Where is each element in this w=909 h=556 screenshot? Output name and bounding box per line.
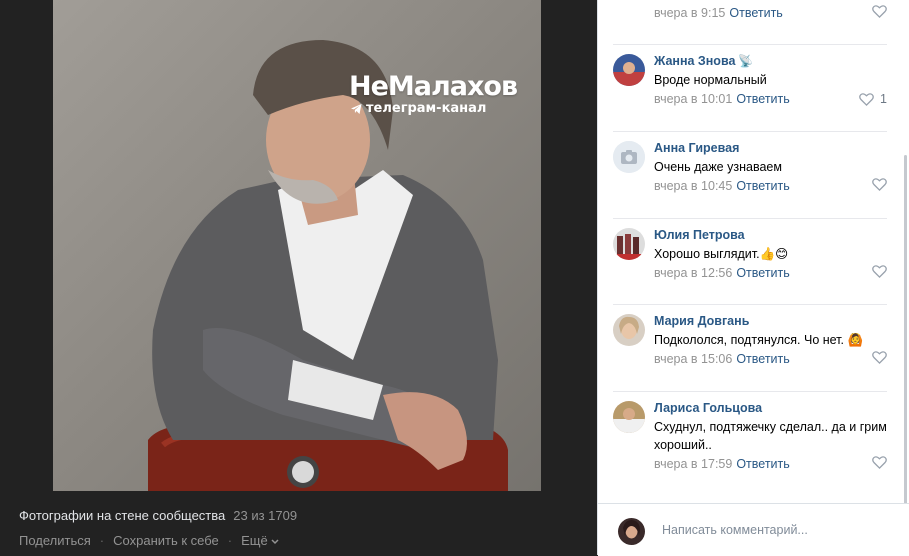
comment-item: Жанна Знова 📡 Вроде нормальный вчера в 10…	[613, 54, 887, 114]
author-name[interactable]: Анна Гиревая	[654, 141, 887, 156]
share-button[interactable]: Поделиться	[19, 533, 91, 549]
telegram-icon	[351, 104, 362, 114]
watermark: НеМалахов телеграм-канал	[349, 71, 518, 116]
like-button[interactable]	[872, 351, 887, 364]
comment-time[interactable]: вчера в 10:01	[654, 92, 732, 106]
comment-text: Очень даже узнаваем	[654, 160, 782, 174]
heart-icon	[859, 92, 874, 106]
comment-meta: вчера в 15:06 Ответить	[654, 351, 887, 367]
camera-icon	[613, 141, 645, 173]
avatar[interactable]	[613, 141, 645, 173]
like-count: 1	[880, 92, 887, 106]
comment-divider	[613, 131, 887, 132]
save-button[interactable]: Сохранить к себе	[113, 533, 219, 549]
comment-text: Подкололся, подтянулся. Чо нет. 🙆	[654, 333, 864, 347]
author-name[interactable]: Мария Довгань	[654, 314, 887, 329]
comment-item: Лариса Гольцова Схуднул, подтяжечку сдел…	[613, 401, 887, 481]
comment-divider	[613, 44, 887, 45]
like-button[interactable]: 1	[859, 91, 887, 107]
photo-counter: 23 из 1709	[233, 508, 298, 523]
comment-input[interactable]: Написать комментарий...	[662, 523, 808, 537]
reply-button[interactable]: Ответить	[736, 266, 789, 280]
comment-time[interactable]: вчера в 17:59	[654, 457, 732, 471]
author-name[interactable]: Лариса Гольцова	[654, 401, 887, 416]
album-title[interactable]: Фотографии на стене сообщества	[19, 508, 225, 523]
comment-item: вчера в 9:15 Ответить	[613, 3, 887, 23]
watermark-title: НеМалахов	[349, 71, 518, 102]
avatar-image	[613, 228, 645, 260]
comment-divider	[613, 391, 887, 392]
comment-time[interactable]: вчера в 15:06	[654, 352, 732, 366]
author-name[interactable]: Жанна Знова	[654, 54, 735, 68]
photo-actions: Поделиться · Сохранить к себе · Ещё	[19, 533, 297, 549]
comment-divider	[613, 218, 887, 219]
comment-body: Жанна Знова 📡 Вроде нормальный вчера в 10…	[654, 54, 887, 107]
like-button[interactable]	[872, 456, 887, 469]
like-button[interactable]	[872, 178, 887, 191]
comment-item: Юлия Петрова Хорошо выглядит.👍😊 вчера в …	[613, 228, 887, 288]
reply-button[interactable]: Ответить	[736, 92, 789, 106]
avatar-image	[613, 401, 645, 433]
comment-item: Мария Довгань Подкололся, подтянулся. Чо…	[613, 314, 887, 374]
separator-dot: ·	[227, 533, 233, 548]
comment-composer: Написать комментарий...	[598, 503, 909, 556]
avatar[interactable]	[613, 401, 645, 433]
reply-button[interactable]: Ответить	[736, 179, 789, 193]
chevron-down-icon	[271, 539, 279, 545]
avatar[interactable]	[613, 314, 645, 346]
avatar[interactable]	[613, 228, 645, 260]
comment-body: Мария Довгань Подкололся, подтянулся. Чо…	[654, 314, 887, 367]
comment-body: Анна Гиревая Очень даже узнаваем вчера в…	[654, 141, 887, 194]
reply-button[interactable]: Ответить	[736, 352, 789, 366]
reply-button[interactable]: Ответить	[729, 6, 782, 20]
avatar	[618, 518, 645, 545]
comment-body: Лариса Гольцова Схуднул, подтяжечку сдел…	[654, 401, 887, 472]
comment-divider	[613, 304, 887, 305]
avatar-image	[613, 314, 645, 346]
comment-body: вчера в 9:15 Ответить	[654, 3, 887, 21]
comment-text: Вроде нормальный	[654, 73, 767, 87]
heart-icon	[872, 5, 887, 18]
watermark-subtitle-text: телеграм-канал	[366, 101, 487, 116]
watermark-subtitle: телеграм-канал	[351, 102, 517, 116]
heart-icon	[872, 265, 887, 278]
comment-meta: вчера в 9:15 Ответить	[654, 5, 887, 21]
comment-body: Юлия Петрова Хорошо выглядит.👍😊 вчера в …	[654, 228, 887, 281]
avatar[interactable]	[613, 54, 645, 86]
comment-meta: вчера в 10:45 Ответить	[654, 178, 887, 194]
photo-viewer: НеМалахов телеграм-канал Фотографии на с…	[0, 0, 597, 555]
satellite-icon: 📡	[738, 54, 754, 68]
author-name[interactable]: Юлия Петрова	[654, 228, 887, 243]
heart-icon	[872, 178, 887, 191]
comment-meta: вчера в 17:59 Ответить	[654, 456, 887, 472]
viewer-footer: Фотографии на стене сообщества 23 из 1709…	[19, 508, 297, 549]
comment-time[interactable]: вчера в 12:56	[654, 266, 732, 280]
avatar-image	[618, 518, 645, 545]
comments-panel: вчера в 9:15 Ответить Жанна Знова 📡 Вроде …	[597, 0, 909, 556]
comment-time[interactable]: вчера в 9:15	[654, 6, 725, 20]
comment-time[interactable]: вчера в 10:45	[654, 179, 732, 193]
reply-button[interactable]: Ответить	[736, 457, 789, 471]
comment-meta: вчера в 12:56 Ответить	[654, 265, 887, 281]
like-button[interactable]	[872, 5, 887, 18]
avatar-image	[613, 54, 645, 86]
like-button[interactable]	[872, 265, 887, 278]
comment-item: Анна Гиревая Очень даже узнаваем вчера в…	[613, 141, 887, 201]
more-label: Ещё	[241, 533, 268, 548]
comment-author: Жанна Знова 📡	[654, 54, 887, 69]
more-button[interactable]: Ещё	[241, 533, 279, 549]
comment-text: Схуднул, подтяжечку сделал.. да и грим х…	[654, 420, 887, 452]
scrollbar[interactable]	[904, 155, 907, 505]
separator-dot: ·	[99, 533, 105, 548]
comment-meta: вчера в 10:01 Ответить 1	[654, 91, 887, 107]
comment-text: Хорошо выглядит.👍😊	[654, 247, 789, 261]
heart-icon	[872, 351, 887, 364]
heart-icon	[872, 456, 887, 469]
photo[interactable]: НеМалахов телеграм-канал	[53, 0, 541, 491]
album-info: Фотографии на стене сообщества 23 из 1709	[19, 508, 297, 524]
